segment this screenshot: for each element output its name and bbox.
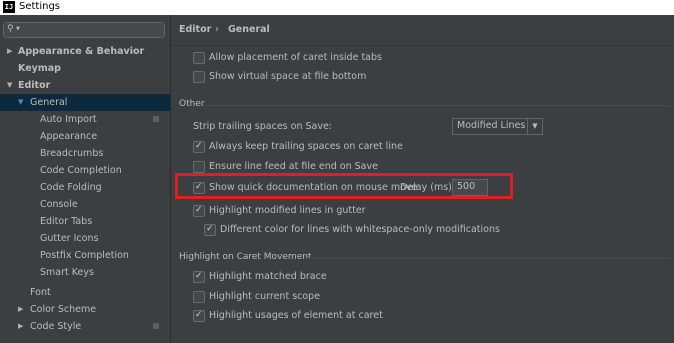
section-divider [306,258,670,259]
expand-arrow-icon[interactable]: ▶ [18,318,23,335]
sidebar-item-code-style[interactable]: ▶ Code Style [0,318,170,335]
sidebar-item-label: Auto Import [40,114,97,125]
project-settings-icon [153,116,159,122]
usages-checkbox[interactable] [193,307,205,324]
search-input[interactable]: ⚲ ▼ [3,22,165,38]
sidebar-item-code-folding[interactable]: Code Folding [0,179,170,196]
sidebar-item-editor-tabs[interactable]: Editor Tabs [0,213,170,230]
select-value: Modified Lines [457,120,526,131]
option-label: Highlight modified lines in gutter [209,205,366,216]
option-label: Highlight matched brace [209,271,327,282]
sidebar-item-label: Color Scheme [30,304,97,315]
sidebar-item-label: Gutter Icons [40,233,99,244]
option-label: Different color for lines with whitespac… [220,224,500,235]
matched-brace-checkbox[interactable] [193,268,205,285]
option-label: Always keep trailing spaces on caret lin… [209,141,403,152]
sidebar-item-label: Appearance & Behavior [18,46,145,57]
expand-arrow-icon[interactable]: ▶ [18,301,23,318]
option-label: Allow placement of caret inside tabs [209,52,382,63]
sidebar-item-general[interactable]: ▼ General [0,94,170,111]
highlight-annotation-box [175,173,513,199]
sidebar-item-appearance[interactable]: Appearance [0,128,170,145]
caret-inside-tabs-checkbox[interactable] [193,52,205,64]
settings-sidebar: ⚲ ▼ ▶ Appearance & Behavior Keymap ▼ Edi… [0,15,170,343]
sidebar-item-label: Breadcrumbs [40,148,104,159]
sidebar-item-console[interactable]: Console [0,196,170,213]
different-color-checkbox[interactable] [204,221,216,238]
sidebar-item-label: Editor [18,80,51,91]
ensure-lf-checkbox[interactable] [193,161,205,173]
sidebar-item-font[interactable]: Font [0,284,170,301]
collapse-arrow-icon[interactable]: ▼ [18,94,23,111]
option-label: Highlight usages of element at caret [209,310,383,321]
chevron-down-icon[interactable]: ▼ [527,119,542,134]
virtual-space-checkbox[interactable] [193,71,205,83]
sidebar-item-code-completion[interactable]: Code Completion [0,162,170,179]
breadcrumb-parent: Editor [179,24,212,35]
sidebar-item-label: General [30,97,68,108]
sidebar-item-smart-keys[interactable]: Smart Keys [0,264,170,281]
window-title: Settings [19,1,61,12]
strip-trailing-label: Strip trailing spaces on Save: [193,121,333,132]
sidebar-item-postfix-completion[interactable]: Postfix Completion [0,247,170,264]
sidebar-item-appearance-behavior[interactable]: ▶ Appearance & Behavior [0,43,170,60]
search-icon[interactable]: ⚲ [7,24,14,34]
sidebar-item-label: Code Completion [40,165,122,176]
section-divider [204,105,670,106]
other-section-title: Other [179,99,205,109]
sidebar-item-label: Keymap [18,63,61,74]
highlight-modified-checkbox[interactable] [193,202,205,219]
sidebar-item-label: Code Style [30,321,82,332]
sidebar-item-color-scheme[interactable]: ▶ Color Scheme [0,301,170,318]
breadcrumb: Editor › General [171,15,674,46]
caret-section-title: Highlight on Caret Movement [179,252,312,262]
breadcrumb-current: General [228,24,270,35]
sidebar-item-gutter-icons[interactable]: Gutter Icons [0,230,170,247]
app-icon: IJ [3,1,15,13]
option-label: Show virtual space at file bottom [209,71,367,82]
sidebar-item-editor[interactable]: ▼ Editor [0,77,170,94]
collapse-arrow-icon[interactable]: ▼ [7,77,12,94]
sidebar-item-label: Smart Keys [40,267,94,278]
sidebar-item-label: Appearance [40,131,98,142]
current-scope-checkbox[interactable] [193,291,205,303]
sidebar-item-breadcrumbs[interactable]: Breadcrumbs [0,145,170,162]
sidebar-item-label: Font [30,287,51,298]
settings-main-panel: Editor › General Allow placement of care… [171,15,674,343]
sidebar-item-label: Postfix Completion [40,250,129,261]
sidebar-item-label: Code Folding [40,182,102,193]
search-history-dropdown-icon[interactable]: ▼ [16,26,20,32]
option-label: Highlight current scope [209,291,321,302]
keep-trailing-checkbox[interactable] [193,138,205,155]
strip-trailing-select[interactable]: Modified Lines ▼ [452,118,543,135]
sidebar-item-label: Console [40,199,78,210]
sidebar-item-keymap[interactable]: Keymap [0,60,170,77]
breadcrumb-separator-icon: › [215,24,219,35]
project-settings-icon [153,323,159,329]
expand-arrow-icon[interactable]: ▶ [7,43,12,60]
window-title-bar: IJ Settings [0,0,674,15]
sidebar-item-auto-import[interactable]: Auto Import [0,111,170,128]
sidebar-item-label: Editor Tabs [40,216,93,227]
